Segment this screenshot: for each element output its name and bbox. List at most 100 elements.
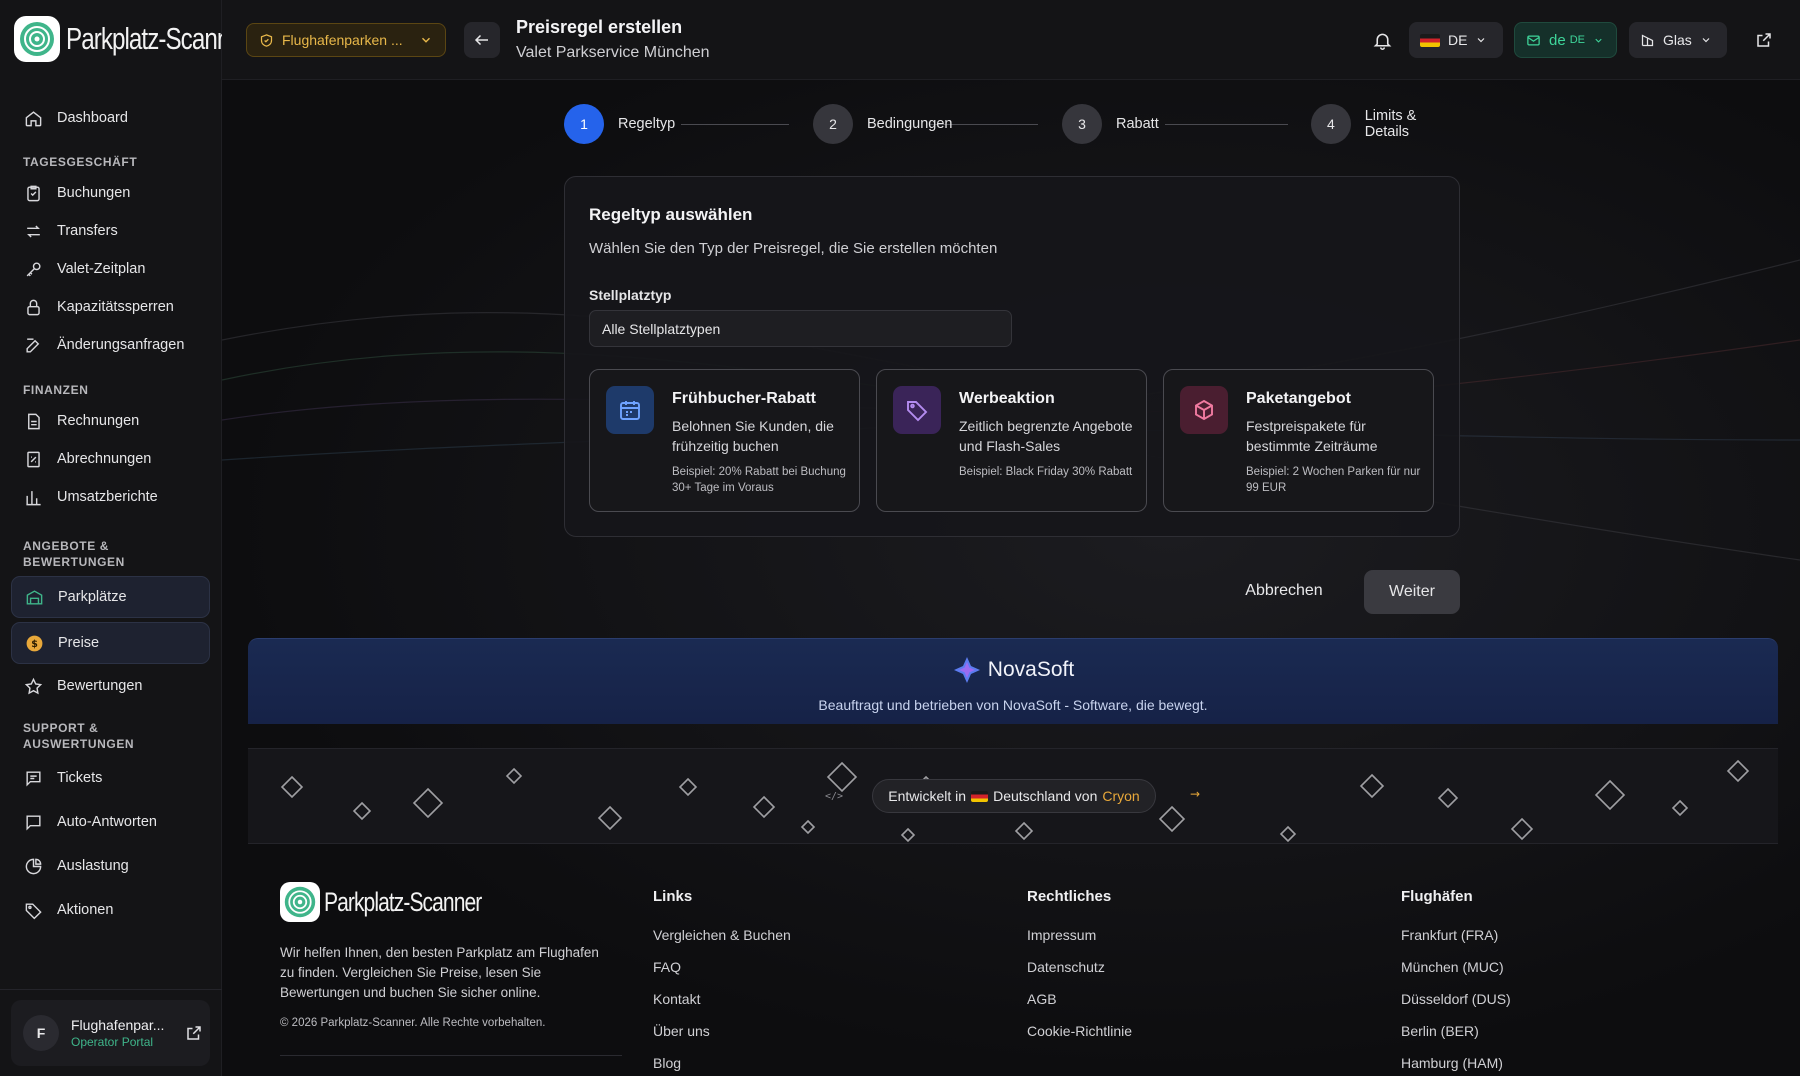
document-icon	[28, 413, 40, 429]
notifications-button[interactable]	[1364, 22, 1400, 58]
sidebar-item-aenderungen[interactable]: Änderungsanfragen	[0, 326, 210, 364]
footer-link[interactable]: Hamburg (HAM)	[1401, 1055, 1511, 1076]
sidebar-item-rechnungen[interactable]: Rechnungen	[0, 402, 210, 440]
footer-link[interactable]: Über uns	[653, 1023, 791, 1055]
footer-link[interactable]: Cookie-Richtlinie	[1027, 1023, 1132, 1055]
email-language-value: de	[1549, 31, 1566, 49]
sidebar-item-tickets[interactable]: Tickets	[0, 756, 210, 800]
user-name: Flughafenpar...	[71, 1017, 165, 1033]
flag-de-icon	[971, 790, 989, 802]
sidebar-item-kapazitaet[interactable]: Kapazitätssperren	[0, 288, 210, 326]
type-example: Beispiel: 2 Wochen Parken für nur 99 EUR	[1246, 466, 1421, 494]
step-label: Regeltyp	[618, 116, 676, 132]
avatar: F	[23, 1015, 59, 1051]
nav-group-support: SUPPORT & AUSWERTUNGEN	[0, 720, 222, 752]
chevron-down-icon	[422, 37, 430, 43]
open-external-button[interactable]	[1749, 22, 1779, 58]
sidebar-item-label: Kapazitätssperren	[57, 299, 174, 315]
sidebar-item-label: Abrechnungen	[57, 451, 152, 467]
theme-select[interactable]: Glas	[1629, 22, 1727, 58]
footer-col-legal: Rechtliches Impressum Datenschutz AGB Co…	[1027, 888, 1132, 1055]
developed-by-badge[interactable]: Entwickelt in Deutschland von Cryon	[872, 779, 1156, 813]
nav-group-line: SUPPORT &	[23, 721, 99, 735]
footer-link[interactable]: Frankfurt (FRA)	[1401, 927, 1511, 959]
footer-link[interactable]: AGB	[1027, 991, 1132, 1023]
type-title: Paketangebot	[1246, 390, 1351, 407]
location-select[interactable]: Flughafenparken ...	[246, 23, 446, 57]
step-rabatt[interactable]: 3 Rabatt	[1062, 104, 1159, 144]
sidebar-item-preise[interactable]: $ Preise	[11, 622, 210, 664]
bar-chart-icon	[26, 490, 41, 505]
footer-link[interactable]: Berlin (BER)	[1401, 1023, 1511, 1055]
step-label: Limits & Details	[1364, 108, 1417, 140]
type-example: Beispiel: 20% Rabatt bei Buchung 30+ Tag…	[672, 466, 846, 494]
type-title: Werbeaktion	[959, 390, 1055, 407]
footer-link[interactable]: Kontakt	[653, 991, 791, 1023]
footer-link[interactable]: München (MUC)	[1401, 959, 1511, 991]
email-language-select[interactable]: de DE	[1514, 22, 1617, 58]
step-limits[interactable]: 4 Limits & Details	[1311, 104, 1464, 144]
calendar-icon	[606, 386, 654, 434]
flag-de-icon	[1420, 33, 1440, 47]
sidebar-item-bewertungen[interactable]: Bewertungen	[0, 664, 210, 708]
sidebar-item-valet[interactable]: Valet-Zeitplan	[0, 250, 210, 288]
key-icon	[26, 261, 41, 276]
novasoft-banner: NovaSoft Beauftragt und betrieben von No…	[248, 638, 1778, 724]
email-region-value: DE	[1569, 34, 1585, 46]
language-select[interactable]: DE	[1409, 22, 1503, 58]
step-regeltyp[interactable]: 1 Regeltyp	[564, 104, 675, 144]
type-card-promotion[interactable]: Werbeaktion Zeitlich begrenzte Angebote …	[876, 369, 1147, 512]
footer-logo[interactable]: Parkplatz-Scanner	[280, 882, 526, 922]
type-card-package[interactable]: Paketangebot Festpreispakete für bestimm…	[1163, 369, 1434, 512]
footer-link[interactable]: Datenschutz	[1027, 959, 1132, 991]
logo-icon	[14, 16, 60, 62]
footer-link[interactable]: Impressum	[1027, 927, 1132, 959]
user-profile[interactable]: F Flughafenpar... Operator Portal	[11, 1000, 210, 1066]
sidebar-item-umsatz[interactable]: Umsatzberichte	[0, 478, 210, 516]
logo-icon	[280, 882, 320, 922]
sidebar-item-label: Transfers	[57, 223, 118, 239]
sidebar-item-label: Umsatzberichte	[57, 489, 158, 505]
novasoft-tagline: Beauftragt und betrieben von NovaSoft - …	[818, 697, 1208, 713]
nav-group-finanzen: FINANZEN	[23, 383, 89, 397]
type-description: Festpreispakete für bestimmte Zeiträume	[1246, 418, 1378, 454]
page-subtitle: Valet Parkservice München	[516, 44, 710, 61]
footer-col-title: Flughäfen	[1401, 888, 1473, 905]
footer-link[interactable]: Vergleichen & Buchen	[653, 927, 791, 959]
card-description: Wählen Sie den Typ der Preisregel, die S…	[589, 240, 998, 257]
footer-link[interactable]: Blog	[653, 1055, 791, 1076]
sidebar-item-auto-antworten[interactable]: Auto-Antworten	[0, 800, 210, 844]
nav-group-angebote: ANGEBOTE & BEWERTUNGEN	[0, 538, 222, 570]
sidebar-item-buchungen[interactable]: Buchungen	[0, 174, 210, 212]
back-button[interactable]	[464, 22, 500, 58]
next-button[interactable]: Weiter	[1364, 570, 1460, 614]
sidebar-item-label: Auto-Antworten	[57, 814, 157, 830]
novasoft-brand[interactable]: NovaSoft	[248, 655, 1778, 685]
step-number: 2	[813, 104, 853, 144]
sidebar-item-parkplaetze[interactable]: Parkplätze	[11, 576, 210, 618]
sidebar-item-dashboard[interactable]: Dashboard	[0, 96, 210, 140]
footer-col-title: Links	[653, 888, 693, 905]
footer-link[interactable]: FAQ	[653, 959, 791, 991]
footer-link[interactable]: Düsseldorf (DUS)	[1401, 991, 1511, 1023]
parking-type-label: Stellplatztyp	[589, 287, 672, 303]
external-link-icon	[1757, 33, 1771, 47]
developer-strip: </> → Entwickelt in Deutschland von Cryo…	[248, 748, 1778, 844]
external-link-icon[interactable]	[185, 1024, 203, 1042]
sidebar-item-label: Rechnungen	[57, 413, 140, 429]
sidebar-item-auslastung[interactable]: Auslastung	[0, 844, 210, 888]
sidebar-item-label: Auslastung	[57, 858, 129, 874]
parking-icon	[26, 589, 43, 605]
language-value: DE	[1448, 32, 1468, 48]
sidebar-item-transfers[interactable]: Transfers	[0, 212, 210, 250]
sidebar-item-abrechnungen[interactable]: Abrechnungen	[0, 440, 210, 478]
parking-type-select[interactable]: Alle Stellplatztypen	[589, 310, 1012, 347]
nav-group-line: ANGEBOTE &	[23, 539, 110, 553]
step-number: 4	[1311, 104, 1351, 144]
sidebar-item-aktionen[interactable]: Aktionen	[0, 888, 210, 932]
step-bedingungen[interactable]: 2 Bedingungen	[813, 104, 952, 144]
chat-icon	[26, 814, 41, 831]
cancel-button[interactable]: Abbrechen	[1233, 570, 1335, 612]
type-card-early-bird[interactable]: Frühbucher-Rabatt Belohnen Sie Kunden, d…	[589, 369, 860, 512]
footer-copyright: © 2026 Parkplatz-Scanner. Alle Rechte vo…	[280, 1017, 546, 1029]
